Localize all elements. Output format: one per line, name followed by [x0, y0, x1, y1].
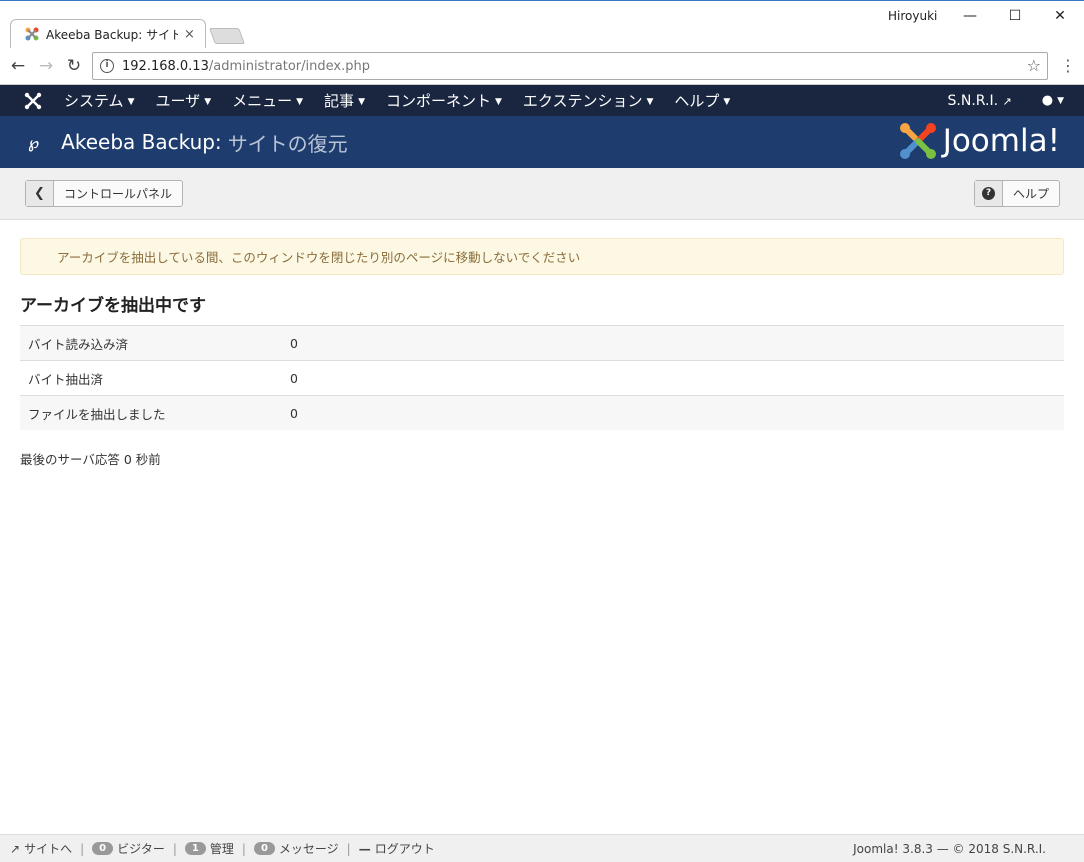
- site-link[interactable]: S.N.R.I. ↗: [948, 93, 1012, 109]
- row-label: ファイルを抽出しました: [28, 406, 166, 422]
- version-text: Joomla! 3.8.3 — © 2018 S.N.R.I.: [853, 842, 1046, 856]
- maximize-icon[interactable]: ☐: [1000, 5, 1030, 27]
- menu-extensions-label: エクステンション: [522, 92, 643, 110]
- minimize-icon[interactable]: —: [955, 5, 985, 27]
- url-host: 192.168.0.13: [122, 58, 209, 74]
- minus-icon: —: [358, 841, 371, 856]
- menu-extensions[interactable]: エクステンション ▼: [523, 90, 653, 111]
- address-bar[interactable]: i 192.168.0.13/administrator/index.php ☆: [92, 52, 1048, 80]
- user-menu[interactable]: ● ▼: [1042, 93, 1064, 108]
- back-button-label: コントロールパネル: [64, 187, 173, 201]
- chevron-left-icon: ❮: [26, 181, 54, 206]
- footer-site-link[interactable]: ↗ サイトへ: [10, 840, 72, 857]
- info-icon[interactable]: i: [100, 59, 114, 73]
- browser-menu-icon[interactable]: ⋮: [1060, 56, 1076, 75]
- url-path: /administrator/index.php: [208, 58, 370, 74]
- admins-badge: 1: [184, 842, 206, 855]
- back-arrow-icon[interactable]: ←: [6, 54, 30, 78]
- footer-visitors[interactable]: 0 ビジター: [92, 840, 165, 857]
- chevron-down-icon: ▼: [296, 96, 304, 107]
- joomla-favicon-icon: [25, 27, 39, 41]
- back-to-cpanel-button[interactable]: ❮ コントロールパネル: [25, 180, 184, 207]
- footer-logout[interactable]: — ログアウト: [359, 840, 435, 857]
- messages-label: メッセージ: [278, 842, 339, 856]
- divider: |: [80, 841, 85, 856]
- admin-topnav: システム ▼ ユーザ ▼ メニュー ▼ 記事 ▼ コンポーネント ▼ エクステンション ▼ …: [0, 85, 1084, 116]
- browser-titlebar: Akeeba Backup: サイトの復 × Hiroyuki — ☐ ✕: [0, 0, 1084, 49]
- page-subtitle: サイトの復元: [227, 131, 348, 156]
- topnav-right: S.N.R.I. ↗ ● ▼: [948, 85, 1064, 116]
- chevron-down-icon: ▼: [1057, 95, 1064, 106]
- page-header: ℘ Akeeba Backup: サイトの復元 Joomla!: [0, 116, 1084, 168]
- restore-icon: ℘: [28, 132, 40, 152]
- status-footer: ↗ サイトへ | 0 ビジター | 1 管理 | 0 メッセージ | — ログアウト Jo…: [0, 834, 1084, 862]
- tab-title: Akeeba Backup: サイトの復: [46, 27, 178, 42]
- menu-components-label: コンポーネント: [385, 92, 491, 110]
- menu-system[interactable]: システム ▼: [64, 90, 134, 111]
- joomla-logo-icon: [899, 123, 936, 159]
- row-value: 0: [290, 335, 298, 351]
- section-heading: アーカイブを抽出中です: [20, 296, 206, 316]
- divider: |: [346, 841, 351, 856]
- row-label: バイト抽出済: [28, 371, 104, 387]
- divider: |: [241, 841, 246, 856]
- footer-messages[interactable]: 0 メッセージ: [253, 840, 339, 857]
- reload-icon[interactable]: ↻: [62, 54, 86, 78]
- joomla-wordmark: Joomla!: [942, 123, 1060, 159]
- chevron-down-icon: ▼: [127, 96, 135, 107]
- bookmark-star-icon[interactable]: ☆: [1027, 56, 1041, 75]
- question-icon: ?: [975, 181, 1003, 206]
- visitors-label: ビジター: [117, 842, 165, 856]
- menu-users[interactable]: ユーザ ▼: [155, 90, 211, 111]
- address-toolbar: ← → ↻ i 192.168.0.13/administrator/index…: [0, 48, 1084, 85]
- divider: |: [172, 841, 177, 856]
- chevron-down-icon: ▼: [204, 96, 212, 107]
- messages-badge: 0: [253, 842, 275, 855]
- external-link-icon: ↗: [1002, 94, 1012, 108]
- toolbar: ❮ コントロールパネル ? ヘルプ: [0, 168, 1084, 220]
- logout-label: ログアウト: [374, 842, 435, 856]
- menu-system-label: システム: [64, 92, 124, 110]
- browser-tab[interactable]: Akeeba Backup: サイトの復 ×: [20, 19, 204, 49]
- joomla-logo-icon[interactable]: [24, 92, 42, 110]
- progress-table: バイト読み込み済 0 バイト抽出済 0 ファイルを抽出しました 0: [20, 325, 1064, 430]
- user-icon: ●: [1041, 93, 1054, 108]
- new-tab-button[interactable]: [209, 28, 245, 44]
- menu-menus-label: メニュー: [232, 92, 293, 110]
- menu-components[interactable]: コンポーネント ▼: [386, 90, 502, 111]
- menu-help[interactable]: ヘルプ ▼: [674, 90, 730, 111]
- warning-alert: アーカイブを抽出している間、このウィンドウを閉じたり別のページに移動しないでくだ…: [20, 238, 1064, 275]
- menu-menus[interactable]: メニュー ▼: [232, 90, 303, 111]
- close-window-icon[interactable]: ✕: [1045, 5, 1075, 27]
- site-name: S.N.R.I.: [947, 92, 999, 109]
- footer-admins[interactable]: 1 管理: [184, 840, 234, 857]
- row-label: バイト読み込み済: [28, 336, 129, 352]
- last-server-response: 最後のサーバ応答 0 秒前: [20, 452, 161, 467]
- page-title: Akeeba Backup:: [61, 130, 222, 154]
- table-row: バイト抽出済 0: [20, 360, 1064, 395]
- menu-content[interactable]: 記事 ▼: [324, 90, 365, 111]
- help-button-label: ヘルプ: [1013, 187, 1050, 201]
- browser-profile-name[interactable]: Hiroyuki: [888, 9, 937, 23]
- row-value: 0: [290, 370, 298, 386]
- external-link-icon: ↗: [10, 841, 21, 856]
- footer-site-label: サイトへ: [24, 842, 73, 856]
- menu-users-label: ユーザ: [155, 92, 201, 110]
- menu-content-label: 記事: [324, 92, 355, 110]
- row-value: 0: [290, 405, 298, 421]
- forward-arrow-icon[interactable]: →: [34, 54, 58, 78]
- help-button[interactable]: ? ヘルプ: [974, 180, 1061, 207]
- chevron-down-icon: ▼: [358, 96, 365, 107]
- chevron-down-icon: ▼: [495, 96, 502, 107]
- table-row: ファイルを抽出しました 0: [20, 395, 1064, 430]
- visitors-badge: 0: [92, 842, 114, 855]
- admins-label: 管理: [209, 842, 234, 856]
- tab-close-icon[interactable]: ×: [184, 27, 195, 42]
- table-row: バイト読み込み済 0: [20, 325, 1064, 360]
- joomla-brand-logo: Joomla!: [899, 122, 1060, 160]
- chevron-down-icon: ▼: [723, 96, 731, 107]
- menu-help-label: ヘルプ: [674, 92, 720, 110]
- chevron-down-icon: ▼: [646, 96, 654, 107]
